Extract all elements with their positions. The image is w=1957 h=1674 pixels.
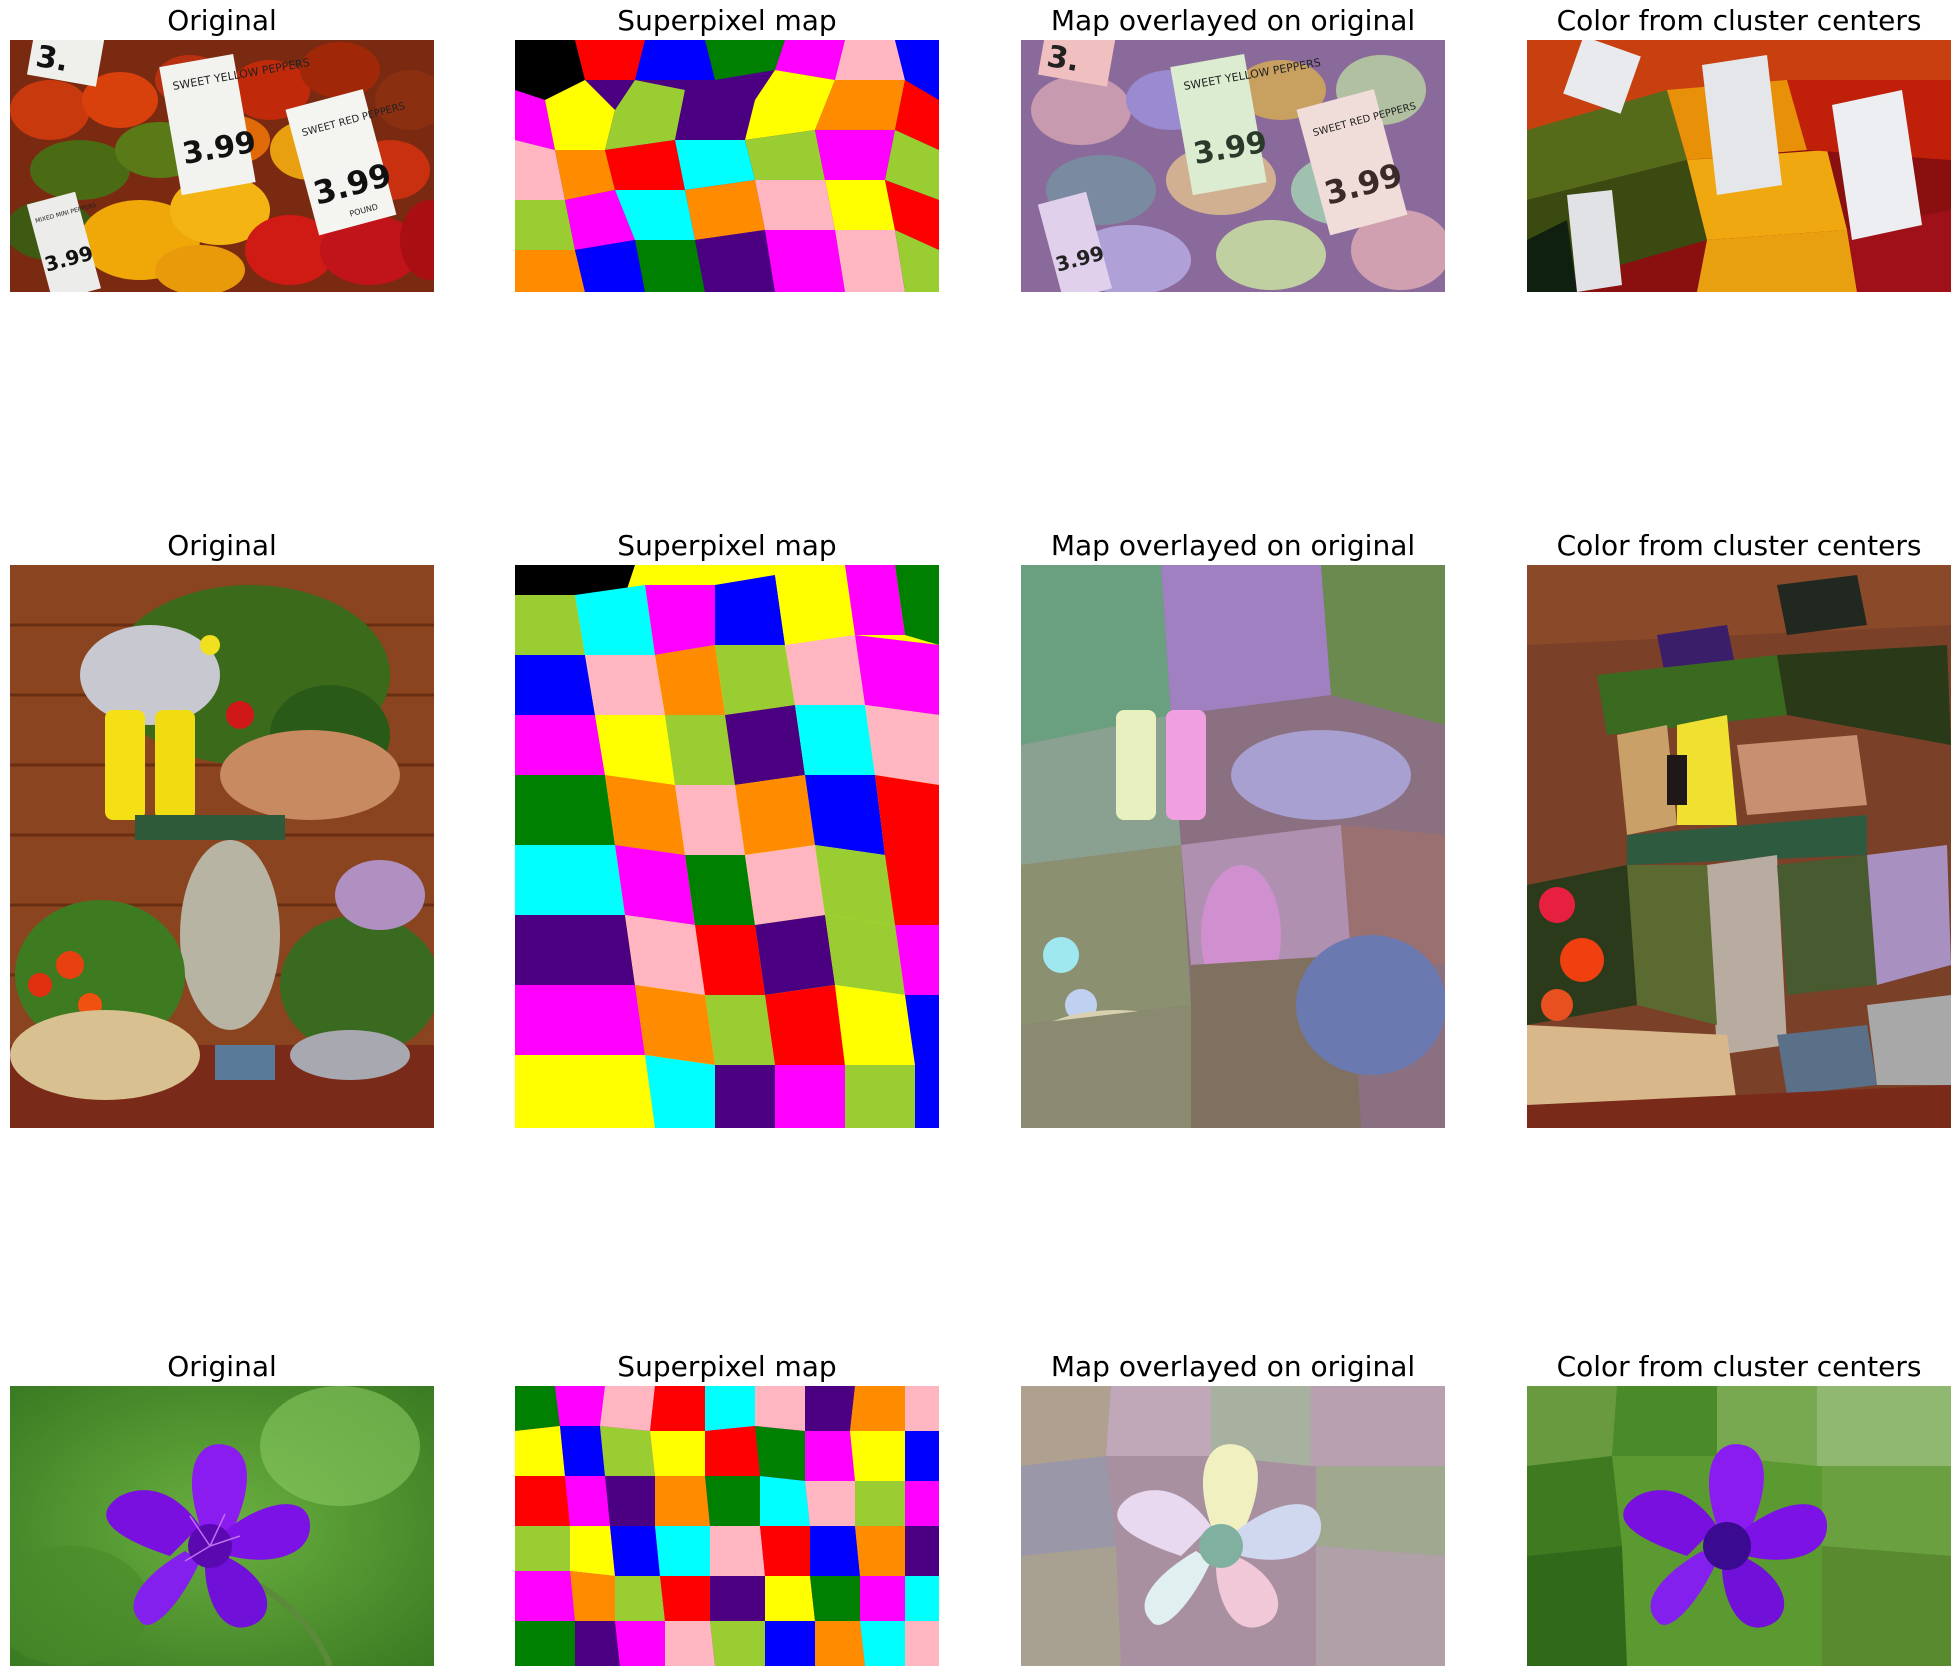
row3-original-image <box>10 1386 434 1666</box>
row1-title-superpixel: Superpixel map <box>617 4 837 37</box>
row2-superpixel-map <box>515 565 939 1128</box>
row3-title-cluster: Color from cluster centers <box>1556 1350 1922 1383</box>
row1-title-original: Original <box>167 4 277 37</box>
row3-title-original: Original <box>167 1350 277 1383</box>
row2-title-overlay: Map overlayed on original <box>1050 529 1416 562</box>
row1-title-overlay: Map overlayed on original <box>1050 4 1416 37</box>
row2-title-original: Original <box>167 529 277 562</box>
row1-original-image: SWEET YELLOW PEPPERS 3.99 SWEET RED PEPP… <box>10 40 434 292</box>
overlay-sign-corner-price: 3. <box>1044 40 1082 79</box>
row2-overlay-image <box>1021 565 1445 1128</box>
row1-superpixel-map <box>515 40 939 292</box>
sign-corner-price: 3. <box>33 40 71 79</box>
row2-original-image <box>10 565 434 1128</box>
row2-title-cluster: Color from cluster centers <box>1556 529 1922 562</box>
row1-cluster-color-image <box>1527 40 1951 292</box>
row2-title-superpixel: Superpixel map <box>617 529 837 562</box>
row3-title-overlay: Map overlayed on original <box>1050 1350 1416 1383</box>
row3-superpixel-map <box>515 1386 939 1666</box>
row3-cluster-color-image <box>1527 1386 1951 1666</box>
row3-overlay-image <box>1021 1386 1445 1666</box>
row3-title-superpixel: Superpixel map <box>617 1350 837 1383</box>
row2-cluster-color-image <box>1527 565 1951 1128</box>
row1-overlay-image: SWEET YELLOW PEPPERS 3.99 SWEET RED PEPP… <box>1021 40 1445 292</box>
row1-title-cluster: Color from cluster centers <box>1556 4 1922 37</box>
